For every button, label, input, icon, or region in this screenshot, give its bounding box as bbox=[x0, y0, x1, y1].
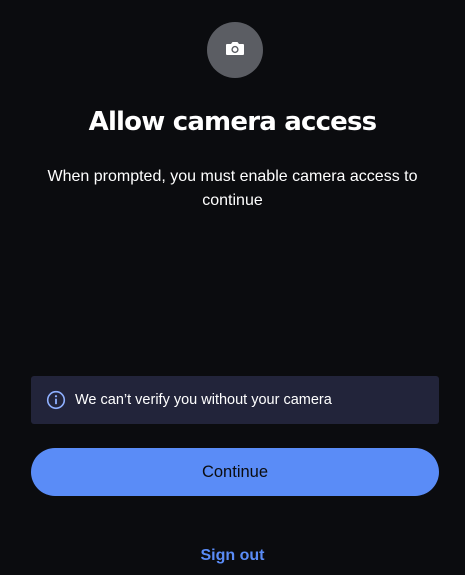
camera-icon bbox=[225, 40, 245, 60]
notice-text: We can’t verify you without your camera bbox=[75, 392, 332, 408]
camera-notice-banner: We can’t verify you without your camera bbox=[31, 376, 439, 424]
continue-button[interactable]: Continue bbox=[31, 448, 439, 496]
camera-icon-badge bbox=[207, 22, 263, 78]
page-title: Allow camera access bbox=[88, 107, 378, 137]
info-icon bbox=[46, 390, 66, 410]
page-subtitle: When prompted, you must enable camera ac… bbox=[47, 168, 418, 209]
sign-out-link[interactable]: Sign out bbox=[0, 544, 465, 568]
